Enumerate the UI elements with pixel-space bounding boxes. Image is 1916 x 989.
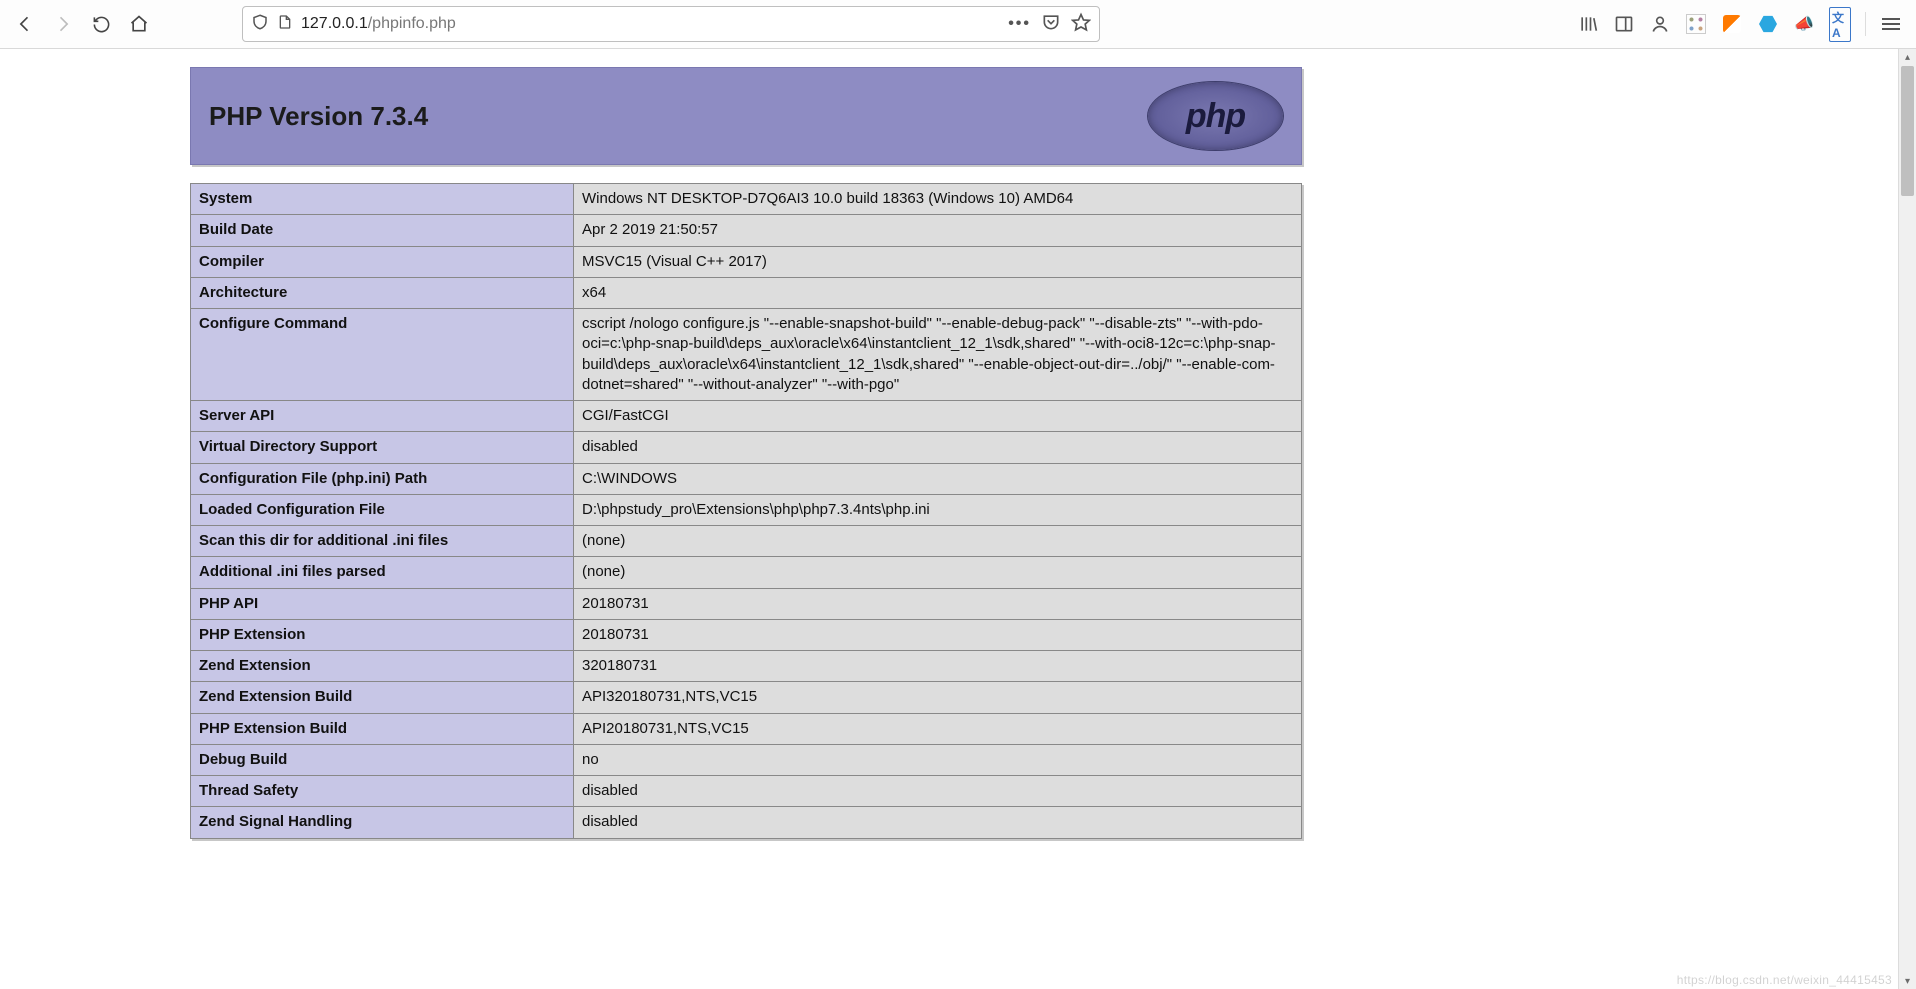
ext-blue-icon[interactable] xyxy=(1757,13,1779,35)
table-row: Debug Buildno xyxy=(191,744,1302,775)
info-value: API320180731,NTS,VC15 xyxy=(574,682,1302,713)
info-key: Thread Safety xyxy=(191,776,574,807)
url-bar[interactable]: 127.0.0.1/phpinfo.php ••• xyxy=(242,6,1100,42)
whats-new-icon[interactable]: 📣 xyxy=(1793,13,1815,35)
page-title: PHP Version 7.3.4 xyxy=(209,101,428,132)
info-value: disabled xyxy=(574,776,1302,807)
reload-button[interactable] xyxy=(84,7,118,41)
phpinfo-header: PHP Version 7.3.4 php xyxy=(190,67,1302,165)
info-value: x64 xyxy=(574,277,1302,308)
info-value: Apr 2 2019 21:50:57 xyxy=(574,215,1302,246)
info-key: Architecture xyxy=(191,277,574,308)
info-value: 320180731 xyxy=(574,651,1302,682)
info-key: Debug Build xyxy=(191,744,574,775)
url-path: /phpinfo.php xyxy=(368,15,456,32)
table-row: Additional .ini files parsed(none) xyxy=(191,557,1302,588)
shield-icon[interactable] xyxy=(251,13,269,36)
info-value: (none) xyxy=(574,526,1302,557)
info-value: C:\WINDOWS xyxy=(574,463,1302,494)
page-viewport: PHP Version 7.3.4 php SystemWindows NT D… xyxy=(0,49,1916,989)
translate-icon[interactable]: 文A xyxy=(1829,13,1851,35)
table-row: Zend Extension320180731 xyxy=(191,651,1302,682)
info-key: System xyxy=(191,184,574,215)
php-logo: php xyxy=(1148,82,1283,150)
menu-button[interactable] xyxy=(1880,13,1902,35)
info-value: D:\phpstudy_pro\Extensions\php\php7.3.4n… xyxy=(574,494,1302,525)
url-host: 127.0.0.1 xyxy=(301,15,368,32)
table-row: Configuration File (php.ini) PathC:\WIND… xyxy=(191,463,1302,494)
table-row: Zend Signal Handlingdisabled xyxy=(191,807,1302,838)
info-key: PHP Extension Build xyxy=(191,713,574,744)
more-actions-icon[interactable]: ••• xyxy=(1008,15,1031,33)
info-key: Compiler xyxy=(191,246,574,277)
browser-toolbar: 127.0.0.1/phpinfo.php ••• 📣 文A xyxy=(0,0,1916,49)
toolbar-right: 📣 文A xyxy=(1577,12,1908,36)
info-key: Additional .ini files parsed xyxy=(191,557,574,588)
info-key: Scan this dir for additional .ini files xyxy=(191,526,574,557)
table-row: Build DateApr 2 2019 21:50:57 xyxy=(191,215,1302,246)
info-key: Zend Extension xyxy=(191,651,574,682)
info-key: Configure Command xyxy=(191,309,574,401)
info-key: Zend Extension Build xyxy=(191,682,574,713)
info-value: cscript /nologo configure.js "--enable-s… xyxy=(574,309,1302,401)
table-row: Zend Extension BuildAPI320180731,NTS,VC1… xyxy=(191,682,1302,713)
table-row: Thread Safetydisabled xyxy=(191,776,1302,807)
forward-button[interactable] xyxy=(46,7,80,41)
scroll-up-icon[interactable]: ▴ xyxy=(1899,49,1916,66)
info-key: Server API xyxy=(191,401,574,432)
info-key: Configuration File (php.ini) Path xyxy=(191,463,574,494)
ext-dots-icon[interactable] xyxy=(1685,13,1707,35)
url-text: 127.0.0.1/phpinfo.php xyxy=(301,15,1000,33)
info-value: disabled xyxy=(574,807,1302,838)
library-icon[interactable] xyxy=(1577,13,1599,35)
info-key: Virtual Directory Support xyxy=(191,432,574,463)
page-info-icon[interactable] xyxy=(277,13,293,36)
scroll-down-icon[interactable]: ▾ xyxy=(1899,973,1916,989)
info-value: 20180731 xyxy=(574,619,1302,650)
info-key: Zend Signal Handling xyxy=(191,807,574,838)
info-key: PHP Extension xyxy=(191,619,574,650)
table-row: Scan this dir for additional .ini files(… xyxy=(191,526,1302,557)
table-row: PHP Extension BuildAPI20180731,NTS,VC15 xyxy=(191,713,1302,744)
account-icon[interactable] xyxy=(1649,13,1671,35)
sidebar-icon[interactable] xyxy=(1613,13,1635,35)
info-value: API20180731,NTS,VC15 xyxy=(574,713,1302,744)
back-button[interactable] xyxy=(8,7,42,41)
info-value: MSVC15 (Visual C++ 2017) xyxy=(574,246,1302,277)
table-row: Server APICGI/FastCGI xyxy=(191,401,1302,432)
info-key: Loaded Configuration File xyxy=(191,494,574,525)
table-row: CompilerMSVC15 (Visual C++ 2017) xyxy=(191,246,1302,277)
watermark: https://blog.csdn.net/weixin_44415453 xyxy=(1677,973,1892,987)
info-value: disabled xyxy=(574,432,1302,463)
table-row: Loaded Configuration FileD:\phpstudy_pro… xyxy=(191,494,1302,525)
bookmark-star-icon[interactable] xyxy=(1071,12,1091,37)
info-value: CGI/FastCGI xyxy=(574,401,1302,432)
table-row: Virtual Directory Supportdisabled xyxy=(191,432,1302,463)
vertical-scrollbar[interactable]: ▴ ▾ xyxy=(1898,49,1916,989)
info-key: Build Date xyxy=(191,215,574,246)
table-row: PHP Extension20180731 xyxy=(191,619,1302,650)
table-row: PHP API20180731 xyxy=(191,588,1302,619)
scrollbar-thumb[interactable] xyxy=(1901,66,1914,196)
home-button[interactable] xyxy=(122,7,156,41)
table-row: SystemWindows NT DESKTOP-D7Q6AI3 10.0 bu… xyxy=(191,184,1302,215)
info-value: no xyxy=(574,744,1302,775)
info-value: (none) xyxy=(574,557,1302,588)
table-row: Architecturex64 xyxy=(191,277,1302,308)
info-value: Windows NT DESKTOP-D7Q6AI3 10.0 build 18… xyxy=(574,184,1302,215)
phpinfo-table: SystemWindows NT DESKTOP-D7Q6AI3 10.0 bu… xyxy=(190,183,1302,839)
info-value: 20180731 xyxy=(574,588,1302,619)
table-row: Configure Commandcscript /nologo configu… xyxy=(191,309,1302,401)
info-key: PHP API xyxy=(191,588,574,619)
ext-orange-icon[interactable] xyxy=(1721,13,1743,35)
reader-pocket-icon[interactable] xyxy=(1041,12,1061,37)
